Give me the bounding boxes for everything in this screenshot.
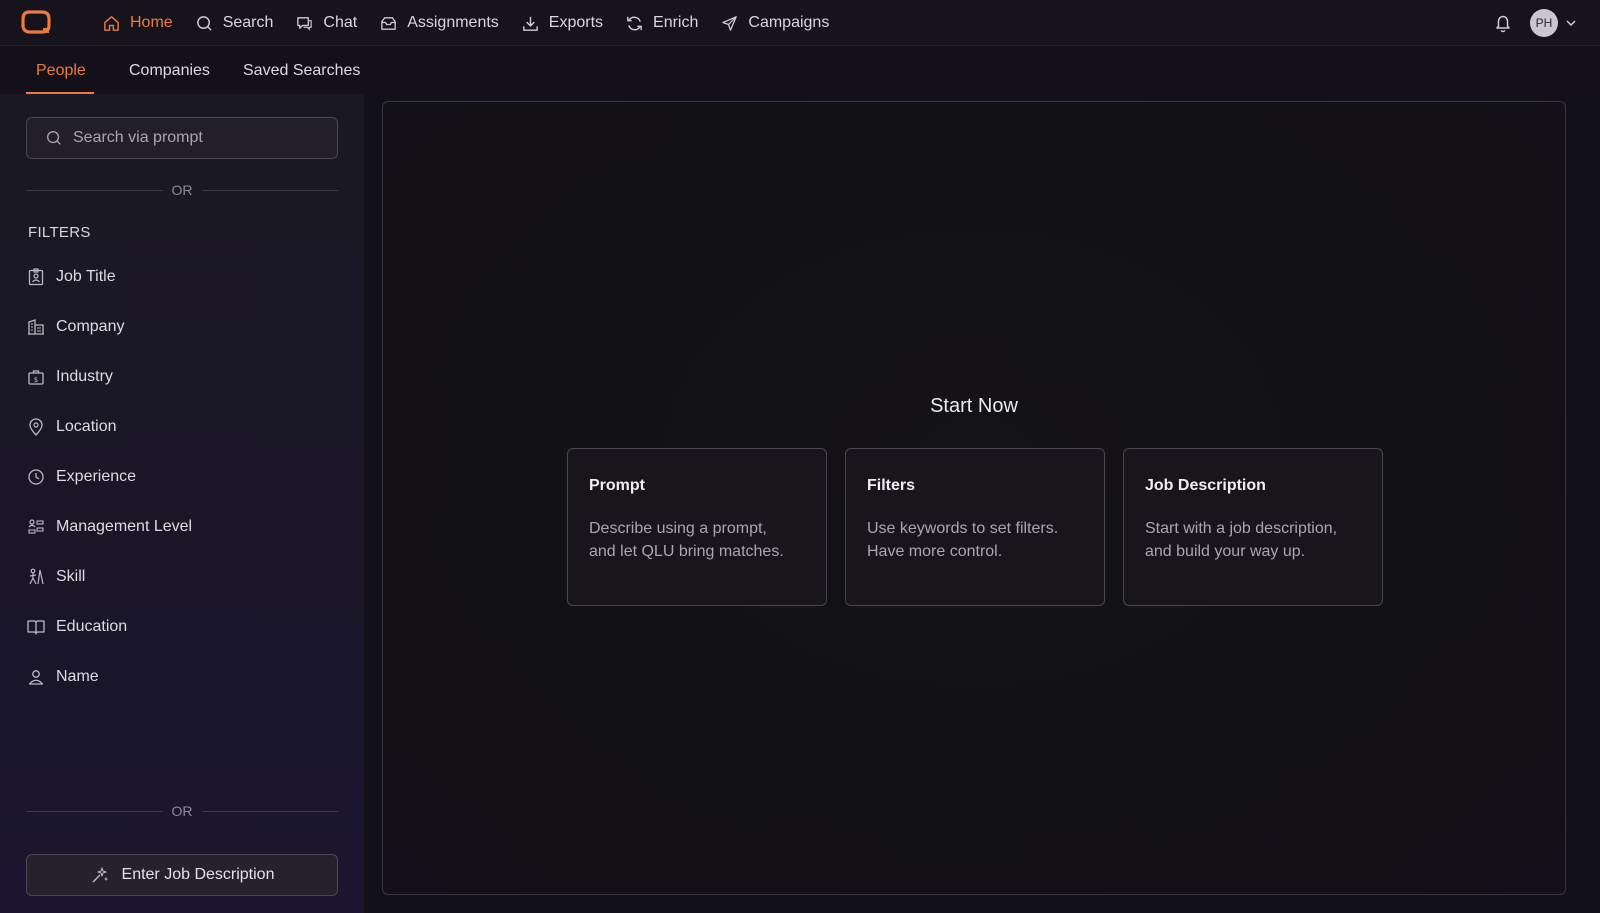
user-area: PH [1492,0,1578,46]
prompt-search-input[interactable] [73,129,313,147]
card-description-line: Have more control. [867,543,1003,560]
filter-experience[interactable]: Experience [26,452,338,502]
tab-companies[interactable]: Companies [129,47,210,94]
card-description: Use keywords to set filters. Have more c… [867,517,1083,563]
nav-enrich[interactable]: Enrich [625,0,698,46]
book-icon [26,617,46,637]
clock-icon [26,467,46,487]
inbox-icon [379,14,398,33]
nav-exports[interactable]: Exports [521,0,603,46]
filter-name[interactable]: Name [26,652,338,702]
sub-tabs: People Companies Saved Searches [0,47,1600,94]
briefcase-dollar-icon: $ [26,367,46,387]
card-description: Start with a job description, and build … [1145,517,1361,563]
building-icon [26,317,46,337]
search-icon [195,14,214,33]
job-description-option-card[interactable]: Job Description Start with a job descrip… [1123,448,1383,606]
filter-sidebar: OR FILTERS Job Title Company $ Industry [0,94,364,913]
prompt-option-card[interactable]: Prompt Describe using a prompt, and let … [567,448,827,606]
divider-line [201,810,338,812]
or-divider-top: OR [26,180,338,200]
card-description-line: Describe using a prompt, [589,520,767,537]
chevron-down-icon[interactable] [1564,16,1578,30]
sparkle-icon [90,865,110,885]
filter-label: Name [56,668,99,685]
page-title: Start Now [930,395,1018,417]
filter-company[interactable]: Company [26,302,338,352]
nav-assignments[interactable]: Assignments [379,0,499,46]
nav-home[interactable]: Home [102,0,173,46]
card-title: Filters [867,477,916,494]
qlu-logo-icon[interactable] [20,9,52,37]
or-divider-bottom: OR [26,801,338,821]
card-description: Describe using a prompt, and let QLU bri… [589,517,805,563]
filter-list: Job Title Company $ Industry Location Ex… [26,252,338,702]
nav-enrich-label: Enrich [653,14,699,31]
or-label: OR [171,182,193,198]
map-pin-icon [26,417,46,437]
nav-chat[interactable]: Chat [295,0,357,46]
filter-label: Industry [56,368,113,385]
card-description-line: Start with a job description, [1145,520,1338,537]
nav-home-label: Home [130,14,173,31]
home-icon [102,14,121,33]
top-navigation-bar: Home Search Chat Assignments Exports Enr… [0,0,1600,46]
nav-exports-label: Exports [548,14,604,31]
nav-chat-label: Chat [323,14,358,31]
filter-label: Location [56,418,117,435]
filter-label: Management Level [56,518,193,535]
main-panel: Start Now Prompt Describe using a prompt… [382,101,1566,895]
filter-skill[interactable]: Skill [26,552,338,602]
divider-line [201,189,338,191]
filters-option-card[interactable]: Filters Use keywords to set filters. Hav… [845,448,1105,606]
hierarchy-icon [26,517,46,537]
chat-icon [295,14,314,33]
card-description-line: Use keywords to set filters. [867,520,1059,537]
filter-label: Education [56,618,128,635]
filter-label: Job Title [56,268,116,285]
filter-management-level[interactable]: Management Level [26,502,338,552]
badge-icon [26,267,46,287]
tab-saved-searches[interactable]: Saved Searches [243,47,360,94]
divider-line [26,810,163,812]
nav-campaigns-label: Campaigns [748,14,830,31]
card-title: Job Description [1145,477,1266,494]
nav-search[interactable]: Search [195,0,274,46]
svg-text:$: $ [34,376,38,384]
prompt-search-box[interactable] [26,117,338,159]
card-description-line: and build your way up. [1145,543,1306,560]
nav-assignments-label: Assignments [407,14,499,31]
enter-job-description-button[interactable]: Enter Job Description [26,854,338,896]
search-icon [45,129,63,147]
filter-industry[interactable]: $ Industry [26,352,338,402]
filter-label: Company [56,318,125,335]
card-title: Prompt [589,477,645,494]
filter-label: Skill [56,568,86,585]
skill-icon [26,567,46,587]
nav-search-label: Search [222,14,274,31]
enter-job-description-label: Enter Job Description [121,866,275,883]
bell-icon[interactable] [1492,12,1514,34]
refresh-icon [625,14,644,33]
send-icon [720,14,739,33]
divider-line [26,189,163,191]
filter-job-title[interactable]: Job Title [26,252,338,302]
filters-heading: FILTERS [28,224,91,241]
or-label: OR [171,803,193,819]
avatar[interactable]: PH [1530,9,1558,37]
card-description-line: and let QLU bring matches. [589,543,784,560]
user-icon [26,667,46,687]
filter-education[interactable]: Education [26,602,338,652]
nav-campaigns[interactable]: Campaigns [720,0,829,46]
download-icon [521,14,540,33]
filter-label: Experience [56,468,137,485]
start-options: Prompt Describe using a prompt, and let … [567,448,1401,606]
tab-people[interactable]: People [26,47,94,94]
filter-location[interactable]: Location [26,402,338,452]
main-nav: Home Search Chat Assignments Exports Enr… [102,0,851,46]
